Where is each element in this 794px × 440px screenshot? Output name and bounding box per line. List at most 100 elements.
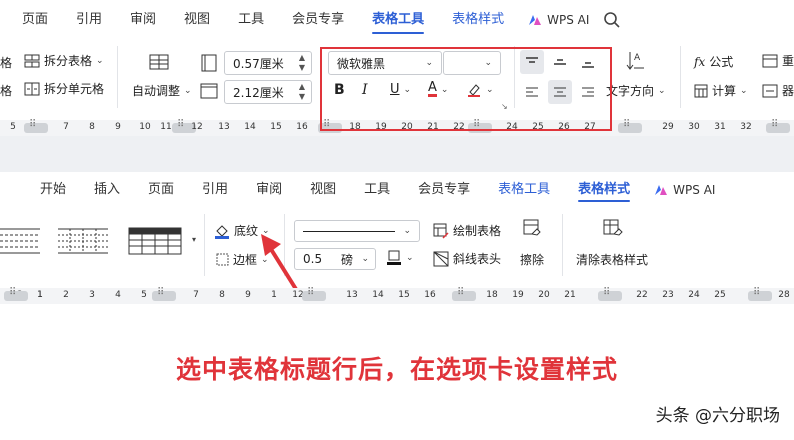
ruler-label: 14 [244, 122, 256, 132]
text-direction-icon: A [626, 50, 648, 72]
tab-reference[interactable]: 引用 [188, 172, 242, 208]
wps-ai-label: WPS AI [547, 13, 590, 27]
tab-view[interactable]: 视图 [170, 0, 224, 40]
row-height-icon [200, 54, 218, 72]
calculate-label: 计算 [712, 84, 737, 98]
col-width-input[interactable]: 2.12厘米 ▲ ▼ [224, 80, 312, 104]
tab-page[interactable]: 页面 [134, 172, 188, 208]
eraser-icon-wrap [522, 218, 542, 238]
separator [680, 46, 681, 108]
function-icon: fx [694, 54, 706, 69]
ruler-label: 25 [714, 290, 726, 300]
line-width-select[interactable]: 0.5 磅 ⌄ [294, 248, 376, 270]
ruler-label: 31 [714, 122, 726, 132]
row-height-stepper[interactable]: ▲ ▼ [299, 53, 305, 73]
erase-button[interactable]: 擦除 [520, 251, 544, 268]
ruler-label: 13 [218, 122, 230, 132]
line-color-button[interactable]: ⌄ [386, 250, 414, 266]
ruler-label: 12 [191, 122, 203, 132]
left-cut-text-2: 格 [0, 84, 13, 98]
text-direction-button[interactable]: 文字方向 ⌄ [606, 82, 666, 99]
ruler-marker[interactable] [618, 119, 642, 133]
tab-table-style[interactable]: 表格样式 [438, 0, 518, 40]
wps-ai-button[interactable]: WPS AI [518, 13, 599, 27]
border-icon [216, 253, 229, 266]
ruler-label: 18 [486, 290, 498, 300]
split-table-label: 拆分表格 [44, 54, 93, 68]
ruler-label: 5 [10, 122, 16, 132]
left-cut-text-1: 格 [0, 56, 13, 70]
tab-view[interactable]: 视图 [296, 172, 350, 208]
wps-ai-button[interactable]: WPS AI [644, 183, 725, 197]
ruler-marker[interactable] [766, 119, 790, 133]
diagonal-header-icon [433, 251, 449, 266]
ruler-label: 4 [115, 290, 121, 300]
ruler-marker[interactable] [302, 287, 326, 301]
col-width-stepper[interactable]: ▲ ▼ [299, 82, 305, 102]
ruler-marker[interactable] [452, 287, 476, 301]
ruler-label: 22 [636, 290, 648, 300]
tab-member[interactable]: 会员专享 [404, 172, 484, 208]
formula-button[interactable]: fx 公式 [694, 53, 733, 70]
split-table-button[interactable]: 拆分表格 ⌄ [24, 52, 104, 69]
table-style-thumb-2[interactable] [58, 226, 110, 256]
split-table-icon [24, 54, 40, 67]
ruler-bottom: 2 1 1 2 3 4 5 7 8 9 1 12 13 14 15 16 18 … [0, 287, 794, 304]
tab-table-tools[interactable]: 表格工具 [358, 0, 438, 40]
ruler-marker[interactable] [4, 287, 28, 301]
col-width-value: 2.12厘米 [233, 85, 284, 100]
tab-start[interactable]: 开始 [26, 172, 80, 208]
ruler-marker[interactable] [598, 287, 622, 301]
ruler-label: 8 [89, 122, 95, 132]
row-height-input[interactable]: 0.57厘米 ▲ ▼ [224, 51, 312, 75]
tab-review[interactable]: 审阅 [116, 0, 170, 40]
ruler-label: 15 [270, 122, 282, 132]
table-style-thumb-1[interactable] [0, 226, 44, 256]
clear-style-label: 清除表格样式 [576, 253, 649, 267]
tab-table-tools[interactable]: 表格工具 [484, 172, 564, 208]
tab-page[interactable]: 页面 [8, 0, 62, 40]
tab-review[interactable]: 审阅 [242, 172, 296, 208]
ruler-label: 11 [160, 122, 172, 132]
table-style-thumb-3[interactable] [128, 226, 182, 256]
draw-table-button[interactable]: 绘制表格 [433, 222, 501, 239]
auto-fit-icon [149, 54, 169, 70]
wps-ai-icon [655, 185, 668, 195]
ruler-label: 29 [662, 122, 674, 132]
ruler-label: 7 [193, 290, 199, 300]
gap-band [0, 136, 794, 172]
ruler-marker[interactable] [152, 287, 176, 301]
split-cells-button[interactable]: 拆分单元格 [24, 80, 104, 97]
search-icon[interactable] [603, 11, 621, 29]
clear-style-button[interactable]: 清除表格样式 [576, 251, 648, 268]
right-cut-text: 器 [782, 84, 794, 98]
line-style-select[interactable]: ⌄ [294, 220, 420, 242]
col-width-icon [200, 82, 218, 100]
text-direction-label: 文字方向 [606, 84, 655, 98]
svg-text:A: A [634, 53, 641, 63]
clear-style-icon-wrap [602, 218, 624, 238]
tab-table-style[interactable]: 表格样式 [564, 172, 644, 208]
more-styles-button[interactable]: ▾ [192, 235, 196, 244]
ruler-marker[interactable] [24, 119, 48, 133]
formula-label: 公式 [709, 55, 734, 69]
ruler-label: 1 [37, 290, 43, 300]
diagonal-header-button[interactable]: 斜线表头 [433, 250, 501, 267]
split-cells-icon [24, 82, 40, 95]
tab-tools[interactable]: 工具 [224, 0, 278, 40]
ruler-label: 9 [115, 122, 121, 132]
ruler-marker[interactable] [748, 287, 772, 301]
tab-member[interactable]: 会员专享 [278, 0, 358, 40]
ruler-label: 15 [398, 290, 410, 300]
ruler-label: 14 [372, 290, 384, 300]
chevron-down-icon: ⌄ [361, 254, 369, 264]
highlight-box [320, 47, 612, 131]
ruler-label: 2 [63, 290, 69, 300]
calculator-icon [694, 84, 708, 97]
auto-fit-button[interactable]: 自动调整 ⌄ [132, 82, 192, 99]
tab-tools[interactable]: 工具 [350, 172, 404, 208]
tab-insert[interactable]: 插入 [80, 172, 134, 208]
eraser-icon [523, 219, 541, 236]
calculate-button[interactable]: 计算 ⌄ [694, 82, 748, 99]
tab-reference[interactable]: 引用 [62, 0, 116, 40]
